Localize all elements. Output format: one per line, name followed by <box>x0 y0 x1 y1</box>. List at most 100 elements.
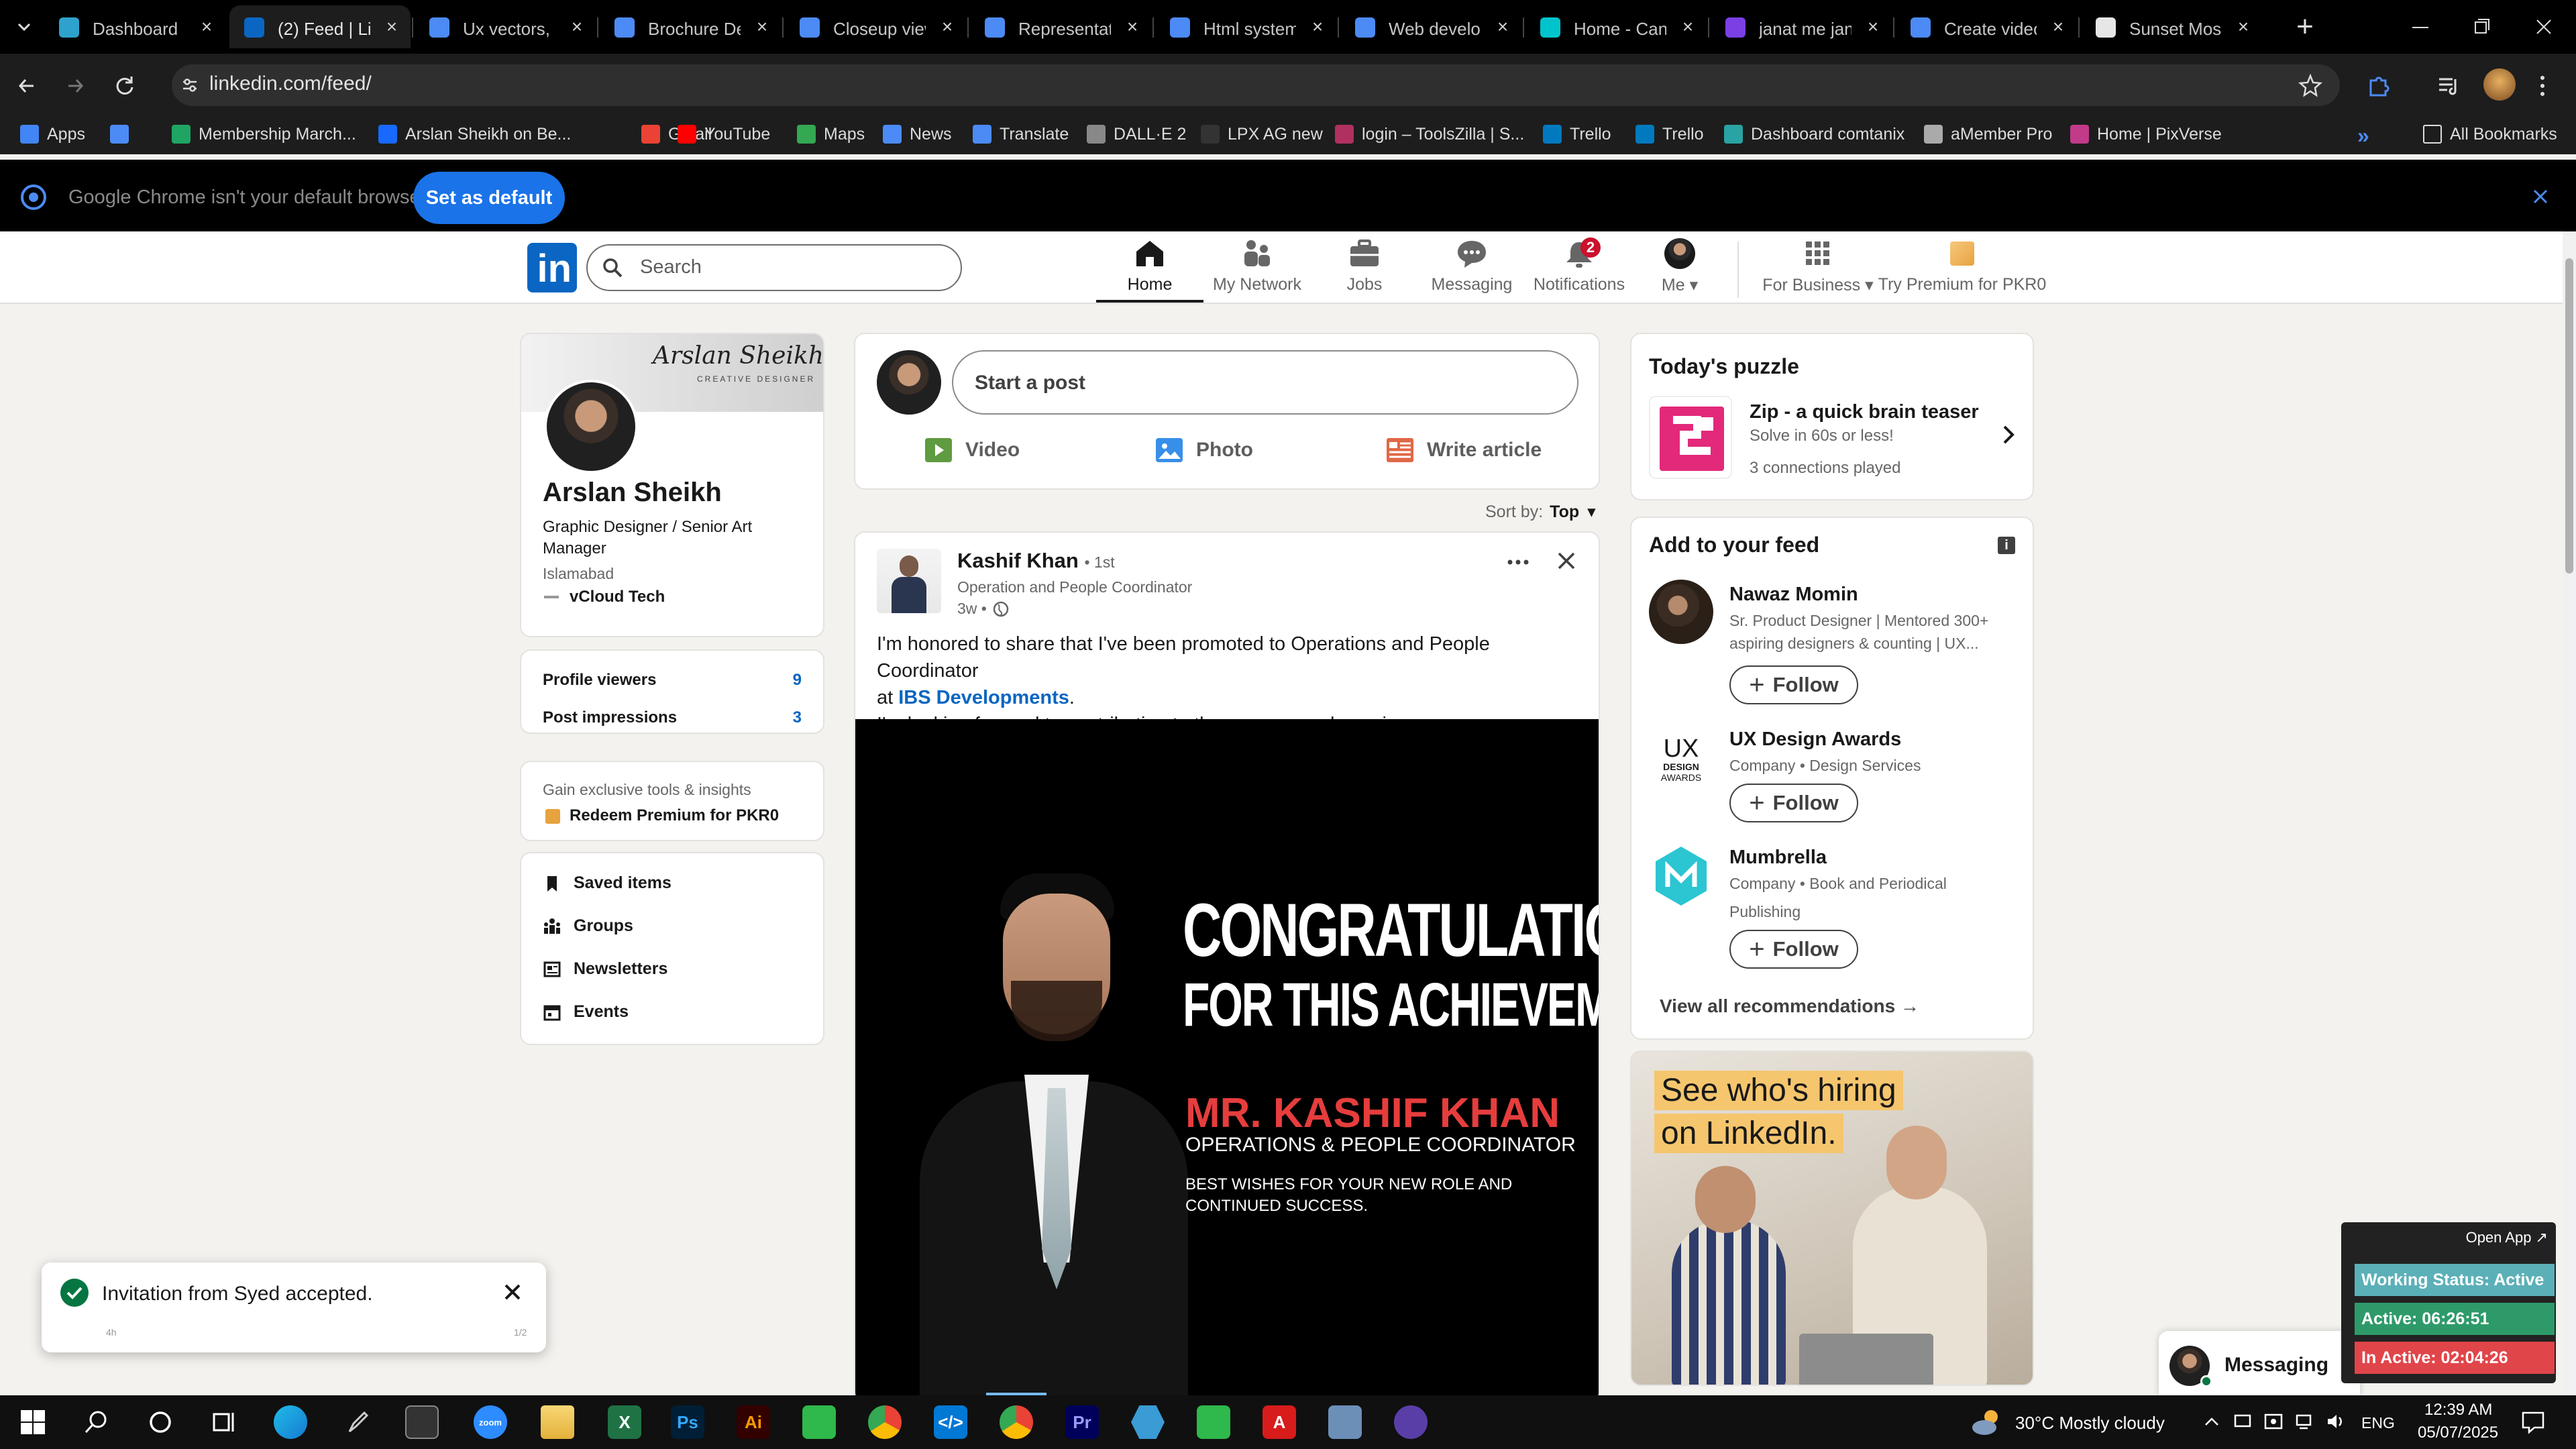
calculator-icon[interactable] <box>1328 1405 1362 1439</box>
cortana-icon[interactable] <box>144 1405 177 1439</box>
tray-chevron-up-icon[interactable] <box>2202 1411 2222 1432</box>
close-tab-icon[interactable]: × <box>1123 17 1142 36</box>
nav-messaging[interactable]: Messaging <box>1418 236 1525 301</box>
nav-jobs[interactable]: Jobs <box>1311 236 1418 301</box>
view-all-recommendations-link[interactable]: View all recommendations → <box>1660 996 1919 1017</box>
bookmark-item[interactable]: login – ToolsZilla | S... <box>1335 121 1524 148</box>
vscode-icon[interactable]: </> <box>934 1405 967 1439</box>
close-tab-icon[interactable]: × <box>568 17 586 36</box>
green-app-2-icon[interactable] <box>1197 1405 1230 1439</box>
address-bar[interactable] <box>172 64 2340 106</box>
messaging-overlay[interactable]: Messaging <box>2159 1331 2360 1395</box>
post-impressions-label[interactable]: Post impressions <box>543 708 677 727</box>
tray-app-icon[interactable] <box>2233 1411 2253 1432</box>
start-post-input[interactable]: Start a post <box>952 350 1578 415</box>
groups-link[interactable]: Groups <box>543 916 633 936</box>
suggestion-name[interactable]: UX Design Awards <box>1729 729 1901 751</box>
ux-design-awards-logo[interactable]: UX DESIGN AWARDS <box>1649 727 1713 792</box>
browser-tab[interactable]: Brochure Design × <box>600 5 781 48</box>
media-player-icon[interactable] <box>1394 1405 1428 1439</box>
bookmark-item[interactable]: YouTube <box>678 121 770 148</box>
bookmark-item[interactable]: Apps <box>20 121 85 148</box>
reload-icon[interactable] <box>111 72 138 99</box>
clock-time[interactable]: 12:39 AM <box>2424 1401 2492 1419</box>
chrome-icon[interactable] <box>868 1405 902 1439</box>
mumbrella-logo[interactable] <box>1649 844 1713 908</box>
extensions-puzzle-icon[interactable] <box>2364 71 2394 101</box>
url-text[interactable]: linkedin.com/feed/ <box>209 72 372 95</box>
back-arrow-icon[interactable] <box>13 72 40 99</box>
follow-button[interactable]: + Follow <box>1729 930 1858 969</box>
terminal-icon[interactable] <box>405 1405 439 1439</box>
saved-items-link[interactable]: Saved items <box>543 873 672 893</box>
bookmark-item[interactable]: Arslan Sheikh on Be... <box>378 121 571 148</box>
close-infobar-icon[interactable] <box>2529 185 2552 208</box>
follow-button[interactable]: + Follow <box>1729 784 1858 822</box>
edge-icon[interactable] <box>274 1405 307 1439</box>
browser-tab[interactable]: Create video × <box>1896 5 2077 48</box>
browser-tab[interactable]: Ux vectors, photos × <box>415 5 596 48</box>
set-as-default-button[interactable]: Set as default <box>413 172 565 224</box>
photo-button[interactable]: Photo <box>1156 433 1253 467</box>
close-tab-icon[interactable]: × <box>2234 17 2253 36</box>
nav-notifications[interactable]: Notifications <box>1525 236 1633 301</box>
hiring-ad-card[interactable]: See who's hiring on LinkedIn. <box>1630 1051 2034 1386</box>
suggestion-avatar[interactable] <box>1649 580 1713 644</box>
weather-icon[interactable] <box>1970 1407 2004 1437</box>
bookmark-item[interactable]: News <box>883 121 952 148</box>
suggestion-name[interactable]: Nawaz Momin <box>1729 584 1858 606</box>
browser-tab[interactable]: Closeup view × <box>785 5 966 48</box>
browser-menu-icon[interactable] <box>2536 72 2549 99</box>
zoom-icon[interactable]: zoom <box>474 1405 507 1439</box>
close-tab-icon[interactable]: × <box>753 17 771 36</box>
tray-snip-icon[interactable] <box>2263 1411 2284 1432</box>
clock-date[interactable]: 05/07/2025 <box>2418 1424 2498 1442</box>
new-tab-plus-icon[interactable]: + <box>2289 11 2321 43</box>
bookmark-item[interactable]: Maps <box>797 121 865 148</box>
bookmark-item[interactable]: Translate <box>973 121 1069 148</box>
redeem-premium-link[interactable]: Redeem Premium for PKR0 <box>570 806 779 825</box>
follow-button[interactable]: + Follow <box>1729 665 1858 704</box>
composer-avatar[interactable] <box>877 350 941 415</box>
bookmark-item[interactable]: Membership March... <box>172 121 356 148</box>
close-tab-icon[interactable]: × <box>1308 17 1327 36</box>
network-status-icon[interactable] <box>2294 1411 2314 1432</box>
bookmark-item[interactable]: aMember Pro <box>1924 121 2052 148</box>
profile-viewers-label[interactable]: Profile viewers <box>543 671 656 690</box>
minimize-icon[interactable] <box>2408 17 2432 38</box>
browser-tab[interactable]: (2) Feed | LinkedIn × <box>229 5 411 48</box>
premium-promo-card[interactable]: Gain exclusive tools & insights Redeem P… <box>520 761 824 841</box>
browser-tab[interactable]: Representation × <box>970 5 1151 48</box>
weather-text[interactable]: 30°C Mostly cloudy <box>2015 1413 2165 1434</box>
chrome-active-icon[interactable] <box>1000 1405 1033 1439</box>
restore-icon[interactable] <box>2470 15 2494 39</box>
file-explorer-icon[interactable] <box>541 1405 574 1439</box>
bookmark-item[interactable] <box>110 121 137 148</box>
profile-photo[interactable] <box>544 380 638 474</box>
input-language[interactable]: ENG <box>2361 1414 2395 1432</box>
browser-tab[interactable]: Home - Canva × <box>1525 5 1707 48</box>
post-impressions-count[interactable]: 3 <box>793 708 802 727</box>
suggestion-name[interactable]: Mumbrella <box>1729 847 1827 869</box>
acrobat-icon[interactable]: A <box>1263 1405 1296 1439</box>
scrollbar-thumb[interactable] <box>2565 258 2573 574</box>
bookmark-item[interactable]: Home | PixVerse <box>2070 121 2222 148</box>
all-bookmarks-folder[interactable]: All Bookmarks <box>2423 121 2557 148</box>
browser-tab[interactable]: Html system × <box>1155 5 1336 48</box>
browser-tab[interactable]: Dashboard × <box>44 5 225 48</box>
task-view-icon[interactable] <box>208 1405 241 1439</box>
profile-name[interactable]: Arslan Sheikh <box>543 478 722 508</box>
write-article-button[interactable]: Write article <box>1387 433 1542 467</box>
newsletters-link[interactable]: Newsletters <box>543 959 667 979</box>
illustrator-icon[interactable]: Ai <box>737 1405 770 1439</box>
nav-home[interactable]: Home <box>1096 236 1203 301</box>
profile-company[interactable]: vCloud Tech <box>570 588 665 606</box>
info-icon[interactable]: i <box>1998 537 2015 554</box>
bookmark-item[interactable]: Dashboard comtanix <box>1724 121 1904 148</box>
close-toast-icon[interactable] <box>500 1280 525 1304</box>
post-image[interactable]: CONGRATULATIONS FOR THIS ACHIEVEMENT MR.… <box>855 719 1599 1402</box>
nav-try-premium[interactable]: Try Premium for PKR0 <box>1878 236 2046 301</box>
photoshop-icon[interactable]: Ps <box>671 1405 704 1439</box>
bookmark-item[interactable]: Trello <box>1543 121 1611 148</box>
linkedin-logo[interactable]: in <box>527 243 577 292</box>
